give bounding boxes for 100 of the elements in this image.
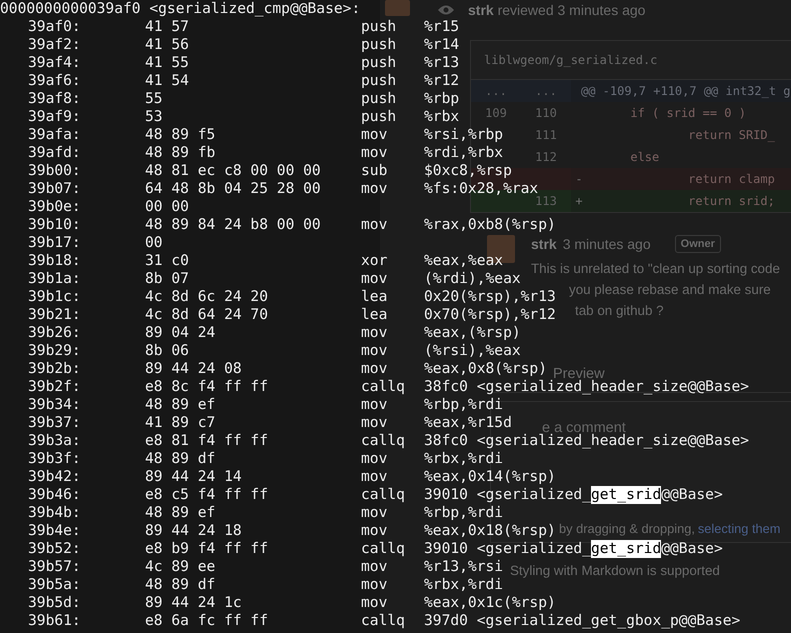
instruction-mnemonic: sub bbox=[361, 162, 388, 180]
instruction-address: 39b3a: bbox=[28, 432, 82, 450]
instruction-mnemonic: push bbox=[361, 18, 398, 36]
instruction-address: 39b2f: bbox=[28, 378, 82, 396]
machine-code-bytes: 55 bbox=[145, 90, 164, 108]
instruction-address: 39b29: bbox=[28, 342, 82, 360]
instruction-operand: %eax,0x1c(%rsp) bbox=[424, 594, 556, 612]
machine-code-bytes: 89 04 24 bbox=[145, 324, 216, 342]
instruction-operand: %rbx bbox=[424, 108, 460, 126]
markdown-note: Styling with Markdown is supported bbox=[510, 563, 720, 578]
diff-sign: - bbox=[574, 172, 584, 186]
instruction-operand: 38fc0 <gserialized_header_size@@Base> bbox=[424, 378, 750, 396]
instruction-address: 39b46: bbox=[28, 486, 82, 504]
instruction-operand: %eax,%eax bbox=[424, 252, 504, 270]
instruction-address: 39af2: bbox=[28, 36, 82, 54]
instruction-address: 39b34: bbox=[28, 396, 82, 414]
instruction-address: 39b4e: bbox=[28, 522, 82, 540]
instruction-operand: 39010 <gserialized_ bbox=[424, 540, 591, 558]
instruction-mnemonic: mov bbox=[361, 324, 388, 342]
instruction-address: 39b37: bbox=[28, 414, 82, 432]
instruction-address: 39afd: bbox=[28, 144, 82, 162]
comment-time: 3 minutes ago bbox=[562, 236, 651, 252]
instruction-operand: %rdi,%rbx bbox=[424, 144, 504, 162]
instruction-address: 39b61: bbox=[28, 612, 82, 630]
machine-code-bytes: 31 c0 bbox=[145, 252, 190, 270]
machine-code-bytes: 48 89 df bbox=[145, 450, 216, 468]
instruction-operand: %eax,0x8(%rsp) bbox=[424, 360, 548, 378]
eye-icon bbox=[437, 4, 455, 16]
code-line: return SRID_ bbox=[687, 128, 775, 142]
instruction-operand: %r15 bbox=[424, 18, 460, 36]
instruction-address: 39b5d: bbox=[28, 594, 82, 612]
code-line: return srid; bbox=[687, 194, 775, 208]
machine-code-bytes: 48 89 f5 bbox=[145, 126, 216, 144]
instruction-address: 39af8: bbox=[28, 90, 82, 108]
instruction-operand: %rbp,%rdi bbox=[424, 504, 504, 522]
line-number: 111 bbox=[534, 127, 558, 144]
instruction-mnemonic: xor bbox=[361, 252, 388, 270]
instruction-operand: @@Base> bbox=[661, 540, 723, 558]
machine-code-bytes: 89 44 24 08 bbox=[145, 360, 243, 378]
instruction-mnemonic: mov bbox=[361, 522, 388, 540]
machine-code-bytes: 41 55 bbox=[145, 54, 190, 72]
comment-text: This is unrelated to "clean up sorting code bbox=[531, 260, 780, 278]
file-select-link[interactable]: selecting them bbox=[698, 520, 780, 536]
attach-hint: by dragging & dropping, bbox=[559, 520, 695, 536]
instruction-operand: (%rsi),%eax bbox=[424, 342, 521, 360]
instruction-address: 39b00: bbox=[28, 162, 82, 180]
search-match: get_srid bbox=[590, 486, 662, 504]
machine-code-bytes: 64 48 8b 04 25 28 00 bbox=[145, 180, 322, 198]
instruction-mnemonic: mov bbox=[361, 576, 388, 594]
machine-code-bytes: 8b 06 bbox=[145, 342, 190, 360]
instruction-operand: %eax,0x14(%rsp) bbox=[424, 468, 556, 486]
instruction-mnemonic: push bbox=[361, 54, 398, 72]
instruction-operand: %r14 bbox=[424, 36, 460, 54]
code-line: if ( srid == 0 ) bbox=[629, 106, 746, 120]
instruction-operand: (%rdi),%eax bbox=[424, 270, 521, 288]
instruction-address: 39b10: bbox=[28, 216, 82, 234]
instruction-mnemonic: mov bbox=[361, 594, 388, 612]
machine-code-bytes: e8 6a fc ff ff bbox=[145, 612, 270, 630]
instruction-address: 39b52: bbox=[28, 540, 82, 558]
instruction-operand: %eax,(%rsp) bbox=[424, 324, 521, 342]
instruction-mnemonic: mov bbox=[361, 450, 388, 468]
machine-code-bytes: 41 89 c7 bbox=[145, 414, 216, 432]
instruction-address: 39b18: bbox=[28, 252, 82, 270]
instruction-operand: %rax,0xb8(%rsp) bbox=[424, 216, 556, 234]
machine-code-bytes: e8 8c f4 ff ff bbox=[145, 378, 270, 396]
instruction-operand: %rbp bbox=[424, 90, 460, 108]
instruction-address: 39b57: bbox=[28, 558, 82, 576]
machine-code-bytes: 8b 07 bbox=[145, 270, 190, 288]
instruction-mnemonic: lea bbox=[361, 288, 388, 306]
machine-code-bytes: 48 89 ef bbox=[145, 396, 216, 414]
instruction-mnemonic: mov bbox=[361, 144, 388, 162]
machine-code-bytes: 41 54 bbox=[145, 72, 190, 90]
instruction-address: 39b5a: bbox=[28, 576, 82, 594]
machine-code-bytes: 48 89 84 24 b8 00 00 bbox=[145, 216, 322, 234]
instruction-operand: %r12 bbox=[424, 72, 460, 90]
instruction-address: 39b3f: bbox=[28, 450, 82, 468]
instruction-address: 39af6: bbox=[28, 72, 82, 90]
instruction-address: 39b4b: bbox=[28, 504, 82, 522]
instruction-operand: $0xc8,%rsp bbox=[424, 162, 512, 180]
machine-code-bytes: 00 bbox=[145, 234, 164, 252]
instruction-mnemonic: mov bbox=[361, 270, 388, 288]
comment-author[interactable]: strk bbox=[531, 236, 557, 252]
diff-sign: + bbox=[574, 194, 584, 208]
line-number: 110 bbox=[534, 105, 558, 122]
instruction-mnemonic: push bbox=[361, 108, 398, 126]
instruction-mnemonic: mov bbox=[361, 126, 388, 144]
instruction-address: 39af0: bbox=[28, 18, 82, 36]
line-number: ... bbox=[521, 80, 571, 102]
instruction-address: 39b0e: bbox=[28, 198, 82, 216]
instruction-operand: %rsi,%rbp bbox=[424, 126, 504, 144]
instruction-operand: @@Base> bbox=[661, 486, 723, 504]
instruction-address: 39b1a: bbox=[28, 270, 82, 288]
instruction-mnemonic: push bbox=[361, 72, 398, 90]
instruction-mnemonic: push bbox=[361, 90, 398, 108]
machine-code-bytes: 41 57 bbox=[145, 18, 190, 36]
machine-code-bytes: e8 b9 f4 ff ff bbox=[145, 540, 270, 558]
instruction-operand: 38fc0 <gserialized_header_size@@Base> bbox=[424, 432, 750, 450]
machine-code-bytes: 48 89 fb bbox=[145, 144, 216, 162]
line-number: ... bbox=[471, 80, 521, 102]
instruction-mnemonic: mov bbox=[361, 342, 388, 360]
